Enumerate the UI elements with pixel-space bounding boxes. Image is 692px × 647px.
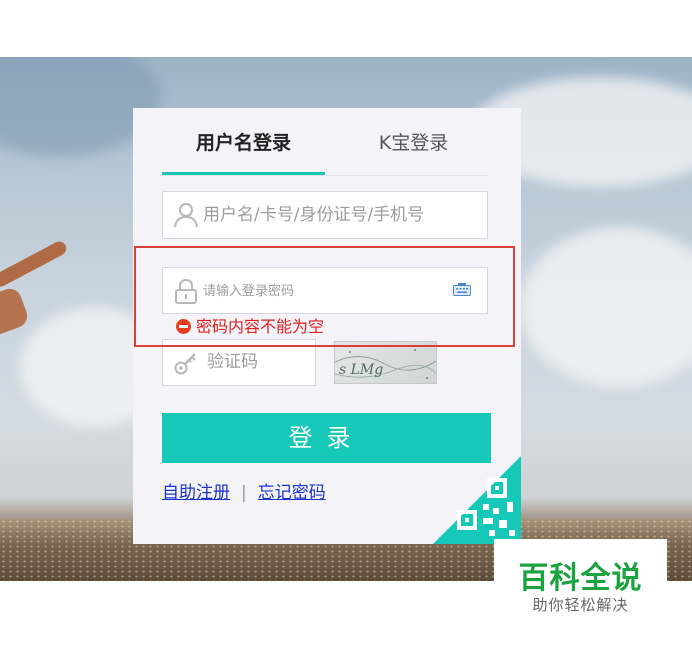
login-links: 自助注册 | 忘记密码 (162, 481, 326, 505)
highlight-annotation-box (134, 246, 515, 347)
watermark-subtitle: 助你轻松解决 (532, 596, 629, 614)
captcha-text: s LMg (339, 362, 383, 378)
tab-kbao-login[interactable]: K宝登录 (332, 128, 495, 175)
forgot-password-link[interactable]: 忘记密码 (258, 483, 326, 503)
watermark-title: 百科全说 (518, 561, 643, 596)
link-separator: | (241, 483, 247, 503)
qr-code-icon[interactable] (433, 456, 521, 544)
login-tabs: 用户名登录 K宝登录 (162, 128, 488, 176)
username-input[interactable]: 用户名/卡号/身份证号/手机号 (162, 191, 488, 239)
person-shoulder (0, 285, 31, 339)
key-icon (173, 350, 199, 376)
register-link[interactable]: 自助注册 (162, 483, 230, 503)
user-icon (173, 202, 199, 228)
username-placeholder: 用户名/卡号/身份证号/手机号 (203, 205, 425, 225)
captcha-image[interactable]: s LMg (334, 341, 437, 384)
watermark: 百科全说 助你轻松解决 (494, 539, 667, 624)
tab-username-login[interactable]: 用户名登录 (162, 128, 325, 175)
person-arm (0, 239, 69, 289)
